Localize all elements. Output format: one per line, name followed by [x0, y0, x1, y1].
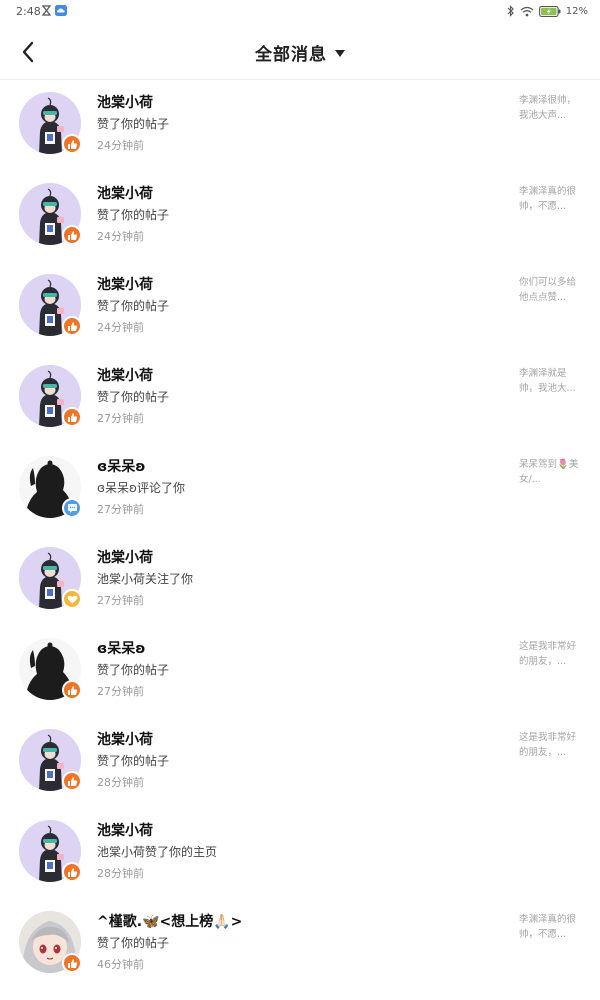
like-icon: [67, 685, 77, 695]
battery-level: 12%: [565, 5, 588, 17]
header: 全部消息: [0, 26, 600, 80]
message-time: 27分钟前: [97, 685, 144, 698]
message-user-name: ɞ呆呆ʚ: [97, 459, 146, 475]
message-user-name: 池棠小荷: [97, 368, 153, 384]
cloud-app-icon: [55, 5, 67, 16]
avatar[interactable]: [19, 547, 82, 609]
message-action-text: 池棠小荷赞了你的主页: [97, 845, 218, 859]
avatar[interactable]: [19, 456, 82, 518]
message-time: 24分钟前: [97, 230, 144, 243]
message-row-10[interactable]: ^槿歌.🦋<想上榜🙏🏻> 赞了你的帖子 46分钟前 李渊泽真的很帅，不愿...: [0, 900, 600, 991]
message-time: 24分钟前: [97, 139, 144, 152]
message-row-6[interactable]: 池棠小荷 池棠小荷关注了你 27分钟前: [0, 536, 600, 627]
hourglass-icon: [42, 5, 51, 16]
message-row-9[interactable]: 池棠小荷 池棠小荷赞了你的主页 28分钟前: [0, 809, 600, 900]
comment-icon: [67, 503, 77, 513]
message-time: 28分钟前: [97, 776, 144, 789]
message-time: 46分钟前: [97, 958, 144, 971]
avatar[interactable]: [19, 729, 82, 791]
message-time: 27分钟前: [97, 594, 144, 607]
message-action-text: 赞了你的帖子: [97, 663, 170, 677]
message-row-8[interactable]: 池棠小荷 赞了你的帖子 28分钟前 这是我非常好的朋友，...: [0, 718, 600, 809]
message-list: 池棠小荷 赞了你的帖子 24分钟前 李渊泽很帅，我池大声... 池棠小荷 赞了你…: [0, 81, 600, 991]
avatar[interactable]: [19, 820, 82, 882]
message-action-text: 池棠小荷关注了你: [97, 572, 194, 586]
heart-icon: [67, 595, 77, 604]
like-badge: [62, 680, 82, 700]
message-post-preview[interactable]: 呆呆驾到🌷美女/...: [519, 457, 579, 487]
message-user-name: 池棠小荷: [97, 823, 153, 839]
avatar[interactable]: [19, 365, 82, 427]
message-action-text: 赞了你的帖子: [97, 936, 170, 950]
message-time: 28分钟前: [97, 867, 144, 880]
battery-icon: [538, 5, 561, 17]
message-time: 24分钟前: [97, 321, 144, 334]
status-right-icons: 12%: [507, 5, 588, 17]
message-row-5[interactable]: ɞ呆呆ʚ ɞ呆呆ʚ评论了你 27分钟前 呆呆驾到🌷美女/...: [0, 445, 600, 536]
bluetooth-icon: [507, 5, 514, 17]
message-filter-dropdown[interactable]: 全部消息: [0, 40, 600, 65]
message-action-text: ɞ呆呆ʚ评论了你: [97, 481, 185, 495]
wifi-icon: [520, 6, 534, 16]
like-badge: [62, 771, 82, 791]
message-action-text: 赞了你的帖子: [97, 390, 170, 404]
avatar[interactable]: [19, 274, 82, 336]
like-badge: [62, 862, 82, 882]
message-user-name: 池棠小荷: [97, 186, 153, 202]
message-post-preview[interactable]: 这是我非常好的朋友，...: [519, 730, 579, 760]
like-icon: [67, 321, 77, 331]
message-post-preview[interactable]: 你们可以多给他点点赞...: [519, 275, 579, 305]
like-icon: [67, 412, 77, 422]
message-row-3[interactable]: 池棠小荷 赞了你的帖子 24分钟前 你们可以多给他点点赞...: [0, 263, 600, 354]
message-user-name: 池棠小荷: [97, 95, 153, 111]
message-time: 27分钟前: [97, 503, 144, 516]
status-time: 2:48: [16, 5, 41, 18]
page-title: 全部消息: [255, 45, 327, 65]
message-row-4[interactable]: 池棠小荷 赞了你的帖子 27分钟前 李渊泽就是帅，我池大...: [0, 354, 600, 445]
status-left-icons: [42, 5, 67, 16]
message-action-text: 赞了你的帖子: [97, 117, 170, 131]
message-action-text: 赞了你的帖子: [97, 754, 170, 768]
caret-down-icon: [335, 49, 345, 57]
message-post-preview[interactable]: 李渊泽真的很帅，不愿...: [519, 912, 579, 942]
message-action-text: 赞了你的帖子: [97, 299, 170, 313]
avatar[interactable]: [19, 911, 82, 973]
message-time: 27分钟前: [97, 412, 144, 425]
avatar[interactable]: [19, 638, 82, 700]
like-badge: [62, 134, 82, 154]
message-user-name: 池棠小荷: [97, 550, 153, 566]
like-icon: [67, 867, 77, 877]
like-badge: [62, 225, 82, 245]
message-post-preview[interactable]: 李渊泽真的很帅，不愿...: [519, 184, 579, 214]
like-badge: [62, 407, 82, 427]
like-badge: [62, 316, 82, 336]
message-action-text: 赞了你的帖子: [97, 208, 170, 222]
message-user-name: 池棠小荷: [97, 732, 153, 748]
comment-badge: [62, 498, 82, 518]
message-post-preview[interactable]: 这是我非常好的朋友，...: [519, 639, 579, 669]
message-row-7[interactable]: ɞ呆呆ʚ 赞了你的帖子 27分钟前 这是我非常好的朋友，...: [0, 627, 600, 718]
like-icon: [67, 776, 77, 786]
message-post-preview[interactable]: 李渊泽就是帅，我池大...: [519, 366, 579, 396]
message-row-1[interactable]: 池棠小荷 赞了你的帖子 24分钟前 李渊泽很帅，我池大声...: [0, 81, 600, 172]
like-icon: [67, 230, 77, 240]
like-icon: [67, 139, 77, 149]
message-user-name: ^槿歌.🦋<想上榜🙏🏻>: [97, 914, 243, 930]
message-user-name: ɞ呆呆ʚ: [97, 641, 146, 657]
avatar[interactable]: [19, 92, 82, 154]
status-bar: 2:48 12%: [0, 0, 600, 26]
message-post-preview[interactable]: 李渊泽很帅，我池大声...: [519, 93, 579, 123]
message-user-name: 池棠小荷: [97, 277, 153, 293]
like-icon: [67, 958, 77, 968]
like-badge: [62, 953, 82, 973]
heart-badge: [62, 589, 82, 609]
avatar[interactable]: [19, 183, 82, 245]
message-row-2[interactable]: 池棠小荷 赞了你的帖子 24分钟前 李渊泽真的很帅，不愿...: [0, 172, 600, 263]
